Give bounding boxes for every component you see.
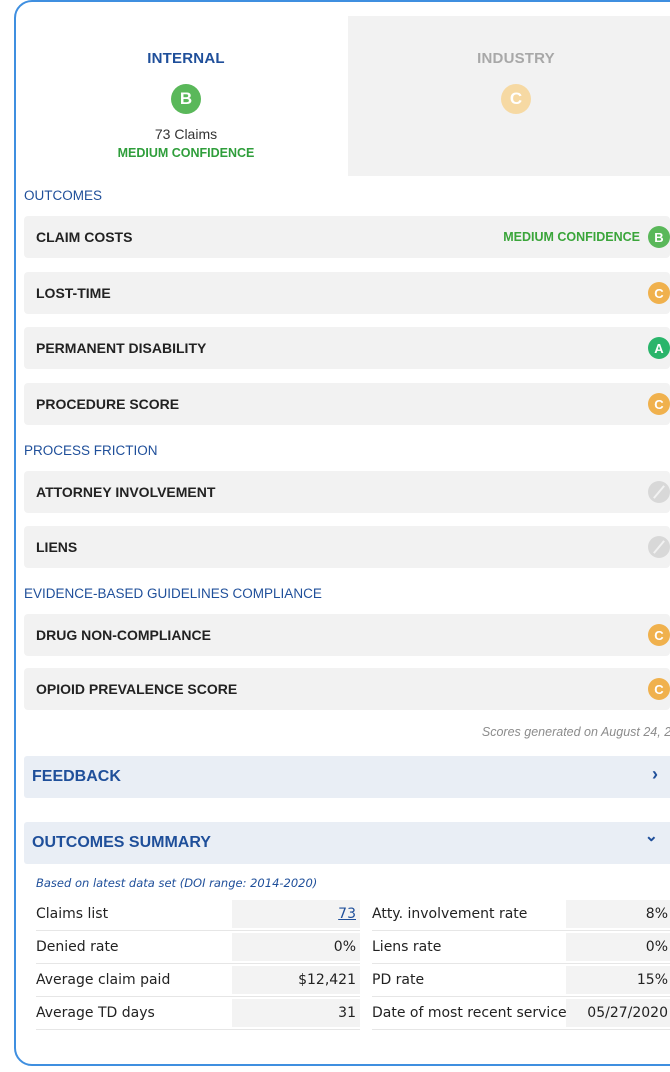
grade-badge: C <box>648 678 670 700</box>
grade-badge: A <box>648 337 670 359</box>
table-row: Date of most recent service 05/27/2020 <box>372 997 670 1030</box>
row-label: OPIOID PREVALENCE SCORE <box>36 681 238 697</box>
grade-badge: C <box>648 624 670 646</box>
tab-industry-title: INDUSTRY <box>477 50 555 67</box>
summary-table-right: Atty. involvement rate 8% Liens rate 0% … <box>372 898 670 1030</box>
section-process-friction: PROCESS FRICTION <box>24 443 158 458</box>
row-procedure-score[interactable]: PROCEDURE SCORE C <box>24 383 670 425</box>
chevron-right-icon: › <box>652 764 658 784</box>
row-label: CLAIM COSTS <box>36 229 133 245</box>
summary-value: 31 <box>232 999 360 1027</box>
summary-value: 0% <box>566 933 670 961</box>
feedback-label: FEEDBACK <box>32 768 121 785</box>
grade-badge: B <box>648 226 670 248</box>
table-row: Denied rate 0% <box>36 931 360 964</box>
table-row: Claims list 73 <box>36 898 360 931</box>
scores-generated-note: Scores generated on August 24, 2020 <box>481 725 670 739</box>
table-row: Atty. involvement rate 8% <box>372 898 670 931</box>
row-attorney-involvement[interactable]: ATTORNEY INVOLVEMENT <box>24 471 670 513</box>
internal-claims-count: 73 Claims <box>154 126 218 142</box>
summary-value: 8% <box>566 900 670 928</box>
summary-label: Atty. involvement rate <box>372 906 528 922</box>
summary-value: 05/27/2020 <box>566 999 670 1027</box>
data-basis-note: Based on latest data set (DOI range: 201… <box>36 876 318 890</box>
table-row: Liens rate 0% <box>372 931 670 964</box>
summary-label: Claims list <box>36 906 109 922</box>
internal-grade-badge: B <box>171 84 201 114</box>
summary-value: 0% <box>232 933 360 961</box>
row-label: PERMANENT DISABILITY <box>36 340 207 356</box>
table-row: Average claim paid $12,421 <box>36 964 360 997</box>
row-label: PROCEDURE SCORE <box>36 396 180 412</box>
summary-label: PD rate <box>372 972 425 988</box>
summary-value: 15% <box>566 966 670 994</box>
table-row: PD rate 15% <box>372 964 670 997</box>
row-permanent-disability[interactable]: PERMANENT DISABILITY A <box>24 327 670 369</box>
claim-costs-confidence: MEDIUM CONFIDENCE <box>503 230 640 244</box>
outcomes-summary-bar[interactable]: OUTCOMES SUMMARY ⌄ <box>24 822 670 864</box>
tab-internal-title: INTERNAL <box>147 50 225 67</box>
row-claim-costs[interactable]: CLAIM COSTS MEDIUM CONFIDENCE B <box>24 216 670 258</box>
not-applicable-icon <box>648 481 670 503</box>
grade-badge: C <box>648 282 670 304</box>
table-row: Average TD days 31 <box>36 997 360 1030</box>
feedback-bar[interactable]: FEEDBACK › <box>24 756 670 798</box>
industry-grade-badge: C <box>501 84 531 114</box>
summary-label: Average claim paid <box>36 972 171 988</box>
section-outcomes: OUTCOMES <box>24 188 103 203</box>
summary-label: Liens rate <box>372 939 442 955</box>
chevron-down-icon: ⌄ <box>644 828 658 845</box>
summary-label: Date of most recent service <box>372 1005 567 1021</box>
row-liens[interactable]: LIENS <box>24 526 670 568</box>
row-label: LOST-TIME <box>36 285 111 301</box>
grade-badge: C <box>648 393 670 415</box>
row-label: LIENS <box>36 539 78 555</box>
not-applicable-icon <box>648 536 670 558</box>
tab-industry[interactable]: INDUSTRY C <box>348 16 670 176</box>
row-drug-non-compliance[interactable]: DRUG NON-COMPLIANCE C <box>24 614 670 656</box>
summary-label: Denied rate <box>36 939 119 955</box>
summary-label: Average TD days <box>36 1005 155 1021</box>
score-card: INTERNAL B 73 Claims MEDIUM CONFIDENCE I… <box>14 0 670 1066</box>
section-ebg-compliance: EVIDENCE-BASED GUIDELINES COMPLIANCE <box>24 586 322 601</box>
internal-confidence: MEDIUM CONFIDENCE <box>117 146 255 160</box>
outcomes-summary-label: OUTCOMES SUMMARY <box>32 834 211 851</box>
row-label: DRUG NON-COMPLIANCE <box>36 627 211 643</box>
row-label: ATTORNEY INVOLVEMENT <box>36 484 216 500</box>
scope-tabs: INTERNAL B 73 Claims MEDIUM CONFIDENCE I… <box>24 16 670 176</box>
row-lost-time[interactable]: LOST-TIME C <box>24 272 670 314</box>
tab-internal[interactable]: INTERNAL B 73 Claims MEDIUM CONFIDENCE <box>24 16 348 176</box>
summary-value: $12,421 <box>232 966 360 994</box>
summary-table-left: Claims list 73 Denied rate 0% Average cl… <box>36 898 360 1030</box>
claims-list-link[interactable]: 73 <box>338 906 356 922</box>
row-opioid-prevalence[interactable]: OPIOID PREVALENCE SCORE C <box>24 668 670 710</box>
